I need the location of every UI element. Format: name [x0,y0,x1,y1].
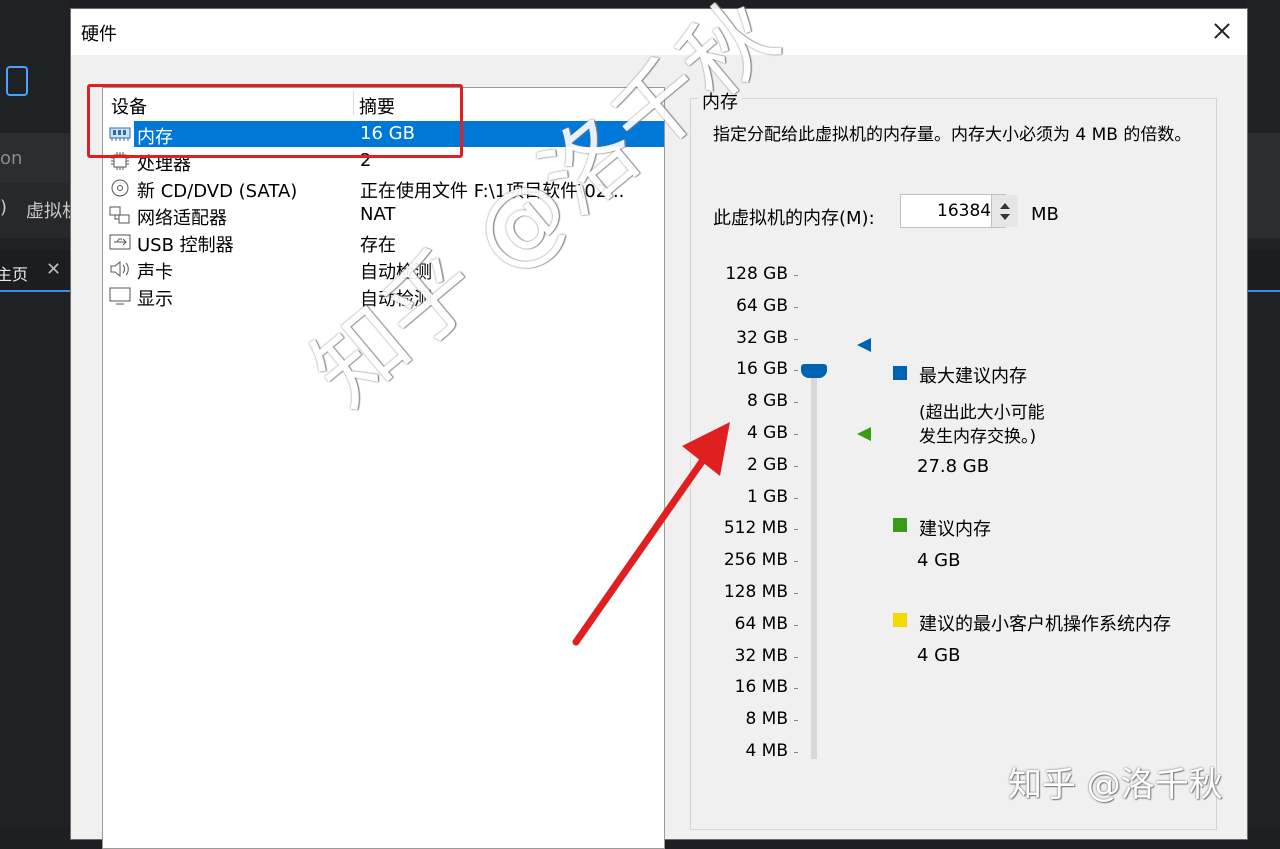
spin-down-icon[interactable] [1000,214,1010,220]
legend-recommended-swatch [893,518,907,532]
scale-tick [794,593,798,594]
close-button[interactable] [1207,17,1237,47]
scale-label: 64 GB [736,295,788,316]
scale-label: 128 GB [725,264,788,284]
legend-max-value: 27.8 GB [917,456,990,477]
scale-tick [794,465,798,467]
memory-slider-track[interactable] [811,371,817,759]
sound-card-icon [110,260,129,278]
legend-max-note-line2: 发生内存交换。) [919,427,1037,447]
scale-tick [794,434,798,435]
scale-tick [794,306,798,308]
scale-label: 8 GB [746,391,788,412]
scale-label: 16 MB [734,677,788,698]
scale-tick [794,720,798,722]
scale-label: 16 GB [736,359,788,380]
usb-icon [109,234,131,250]
cd-dvd-icon [111,179,129,197]
memory-unit: MB [1031,204,1059,225]
memory-description: 指定分配给此虚拟机的内存量。内存大小必须为 4 MB 的倍数。 [713,125,1192,145]
scale-tick [794,529,798,531]
background-home-tab[interactable]: 主页 [0,261,28,285]
device-name: 显示 [137,289,173,310]
legend-recommended-value: 4 GB [917,550,961,571]
spin-up-icon[interactable] [1000,203,1010,209]
scale-tick [794,561,798,563]
memory-slider-thumb[interactable] [801,364,827,378]
legend-min-guest-value: 4 GB [917,645,961,666]
background-panel-right [1246,133,1280,238]
legend-max-label: 最大建议内存 [919,366,1027,387]
device-summary: NAT [360,204,396,225]
device-name: 声卡 [137,262,173,283]
network-adapter-icon [109,206,130,224]
memory-spinner[interactable] [991,195,1018,227]
scale-tick [794,688,798,690]
scale-tick [794,370,798,372]
legend-max-swatch [893,366,907,380]
scale-tick [794,497,798,499]
scale-tick [794,656,798,658]
background-app-right [1246,0,1280,827]
dialog-title: 硬件 [81,24,117,45]
scale-label: 4 MB [745,741,788,761]
scale-label: 32 GB [736,327,788,348]
background-tab-right [1246,250,1280,292]
device-icon[interactable] [6,66,28,96]
memory-label: 此虚拟机的内存(M): [713,208,875,229]
scale-tick [794,752,798,753]
scale-tick [794,275,798,276]
legend-max-note-line1: (超出此大小可能 [919,403,1045,423]
display-icon [109,287,131,305]
scale-tick [794,624,798,626]
annotation-arrow-icon [572,422,730,646]
scale-label: 8 MB [745,709,788,730]
device-name: 网络适配器 [137,208,227,229]
device-name: 新 CD/DVD (SATA) [137,181,298,202]
highlight-box [87,84,463,158]
background-paren: ) [0,197,8,218]
scale-tick [794,402,798,404]
watermark-corner: 知乎 @洛千秋 [1008,765,1223,805]
background-app-left [0,0,70,827]
max-recommended-marker [857,338,871,352]
scale-tick [794,338,798,340]
legend-min-guest-label: 建议的最小客户机操作系统内存 [919,614,1171,635]
legend-min-guest-swatch [893,613,907,627]
recommended-marker [857,427,871,441]
background-search-text: on [0,148,23,169]
legend-recommended-label: 建议内存 [919,519,991,540]
device-name: USB 控制器 [137,235,234,256]
background-tab-close-icon[interactable]: ✕ [46,259,61,280]
